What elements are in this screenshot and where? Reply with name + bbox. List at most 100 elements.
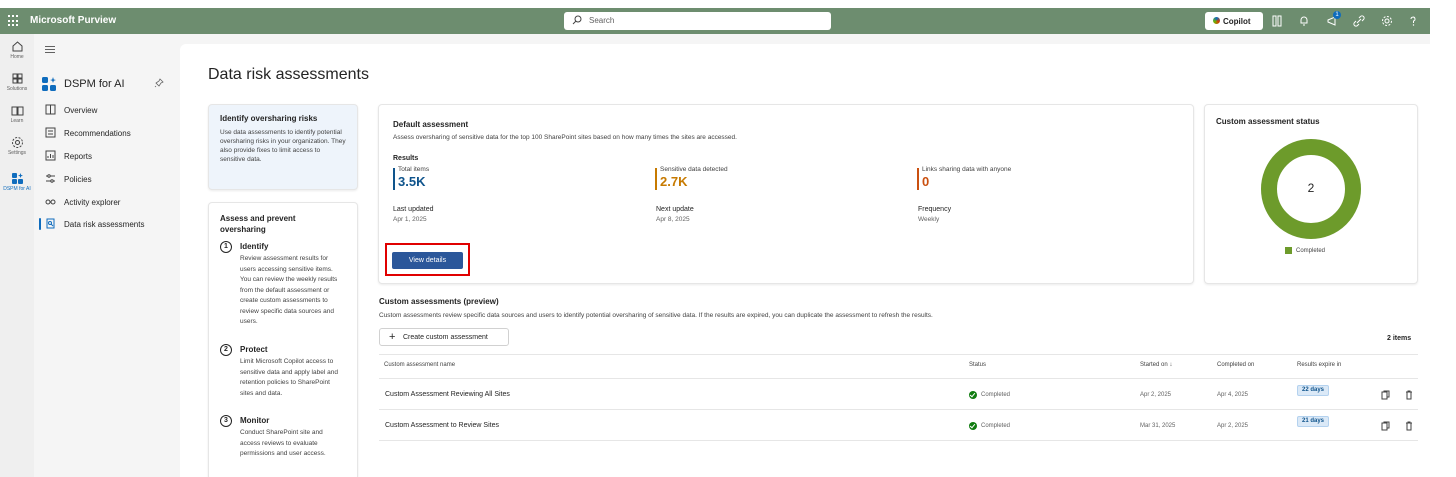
pin-icon[interactable] — [154, 78, 164, 88]
view-details-button[interactable]: View details — [392, 252, 463, 269]
link-icon[interactable] — [1353, 15, 1365, 27]
duplicate-icon[interactable] — [1381, 390, 1391, 400]
step-description: Review assessment results for users acce… — [240, 255, 338, 325]
status-label: Completed — [981, 423, 1011, 429]
dspm-logo-icon — [42, 77, 56, 91]
table-divider — [379, 440, 1418, 441]
gear-icon[interactable] — [1381, 15, 1393, 27]
metric-total-items: Total items 3.5K — [393, 166, 429, 190]
search-input[interactable]: Search — [564, 12, 831, 30]
expiry-badge: 21 days — [1297, 416, 1330, 427]
identify-card-description: Use data assessments to identify potenti… — [220, 129, 346, 163]
info-last-updated: Last updated Apr 1, 2025 — [393, 206, 433, 223]
app-launcher-icon[interactable] — [8, 15, 20, 27]
app-title[interactable]: Microsoft Purview — [30, 15, 116, 26]
create-custom-assessment-button[interactable]: + Create custom assessment — [379, 328, 509, 346]
table-divider — [379, 378, 1418, 379]
metric-bar — [917, 168, 919, 190]
learn-icon — [11, 106, 23, 116]
column-header-completed-on[interactable]: Completed on — [1217, 362, 1254, 368]
nav-item-label: Reports — [64, 152, 93, 161]
delete-icon[interactable] — [1404, 390, 1414, 400]
copilot-label: Copilot — [1223, 17, 1251, 26]
row-completed: Apr 2, 2025 — [1217, 423, 1249, 429]
info-label: Last updated — [393, 206, 434, 213]
column-header-expire[interactable]: Results expire in — [1297, 362, 1341, 368]
status-label: Completed — [981, 392, 1011, 398]
row-started: Mar 31, 2025 — [1140, 423, 1176, 429]
nav-item-label: Overview — [64, 106, 98, 115]
hamburger-icon[interactable] — [45, 46, 55, 53]
overview-icon — [45, 104, 56, 115]
info-value: Apr 1, 2025 — [393, 216, 427, 223]
step-number: 1 — [220, 241, 232, 253]
create-button-label: Create custom assessment — [403, 334, 488, 341]
info-next-update: Next update Apr 8, 2025 — [656, 206, 694, 223]
rail-learn[interactable]: Learn — [0, 104, 34, 124]
row-name[interactable]: Custom Assessment to Review Sites — [385, 422, 499, 429]
check-circle-icon — [969, 391, 977, 399]
row-started: Apr 2, 2025 — [1140, 392, 1172, 398]
dspm-icon — [11, 173, 23, 184]
info-label: Next update — [656, 206, 694, 213]
nav-item-reports[interactable]: Reports — [34, 146, 180, 166]
step-title: Monitor — [240, 416, 270, 425]
page-title: Data risk assessments — [208, 66, 369, 83]
rail-solutions[interactable]: Solutions — [0, 72, 34, 92]
nav-panel: DSPM for AI Overview Recommendations Rep… — [34, 34, 180, 477]
column-header-status[interactable]: Status — [969, 362, 986, 368]
main-content: Data risk assessments Identify overshari… — [180, 44, 1430, 477]
step-title: Protect — [240, 345, 268, 354]
copilot-button[interactable]: Copilot — [1205, 12, 1263, 30]
row-name[interactable]: Custom Assessment Reviewing All Sites — [385, 391, 510, 398]
assess-card-title: Assess and prevent oversharing — [220, 214, 296, 234]
search-icon — [572, 15, 582, 25]
rail-home[interactable]: Home — [0, 40, 34, 60]
metric-label: Total items — [398, 166, 430, 173]
identify-oversharing-card: Identify oversharing risks Use data asse… — [208, 104, 358, 190]
metric-links-sharing: Links sharing data with anyone 0 — [917, 166, 1011, 190]
nav-item-label: Recommendations — [64, 129, 131, 138]
rail-label: DSPM for AI — [3, 186, 31, 192]
step-number: 2 — [220, 344, 232, 356]
metric-value: 0 — [922, 174, 930, 189]
solutions-icon — [12, 73, 22, 84]
left-rail: Home Solutions Learn Settings DSPM for A… — [0, 34, 34, 477]
nav-item-recommendations[interactable]: Recommendations — [34, 123, 180, 143]
donut-count: 2 — [1307, 181, 1315, 195]
top-bar: Microsoft Purview Search Copilot 1 — [0, 8, 1430, 34]
glasses-icon — [45, 199, 56, 205]
rail-label: Settings — [7, 150, 27, 156]
nav-item-overview[interactable]: Overview — [34, 100, 180, 120]
rail-settings[interactable]: Settings — [0, 136, 34, 156]
delete-icon[interactable] — [1404, 421, 1414, 431]
nav-item-policies[interactable]: Policies — [34, 169, 180, 189]
column-header-started-on[interactable]: Started on ↓ — [1140, 362, 1172, 368]
nav-title: DSPM for AI — [64, 78, 125, 90]
policies-icon — [46, 174, 55, 183]
apps-icon[interactable] — [1271, 15, 1283, 27]
items-count: 2 items — [1387, 335, 1412, 342]
duplicate-icon[interactable] — [1381, 421, 1391, 431]
nav-item-activity-explorer[interactable]: Activity explorer — [34, 192, 180, 212]
metric-label: Sensitive data detected — [660, 166, 728, 173]
step-number: 3 — [220, 415, 232, 427]
column-header-name[interactable]: Custom assessment name — [384, 362, 455, 368]
reports-icon — [45, 150, 56, 161]
info-value: Weekly — [918, 216, 940, 223]
metric-bar — [393, 168, 395, 190]
plus-icon: + — [389, 331, 396, 343]
nav-item-data-risk-assessments[interactable]: Data risk assessments — [34, 214, 180, 234]
app-frame: Microsoft Purview Search Copilot 1 Home … — [0, 8, 1430, 477]
help-icon[interactable] — [1407, 15, 1419, 27]
default-assessment-title: Default assessment — [393, 120, 469, 129]
bell-icon[interactable] — [1298, 15, 1310, 27]
step-description: Limit Microsoft Copilot access to sensit… — [240, 358, 338, 397]
status-donut-chart: 2 — [1260, 138, 1362, 240]
home-icon — [12, 41, 22, 52]
results-label: Results — [393, 155, 419, 162]
info-frequency: Frequency Weekly — [918, 206, 951, 223]
custom-assessment-status-card: Custom assessment status 2 Completed — [1204, 104, 1418, 284]
rail-dspm[interactable]: DSPM for AI — [0, 172, 34, 192]
nav-header: DSPM for AI — [42, 76, 172, 92]
